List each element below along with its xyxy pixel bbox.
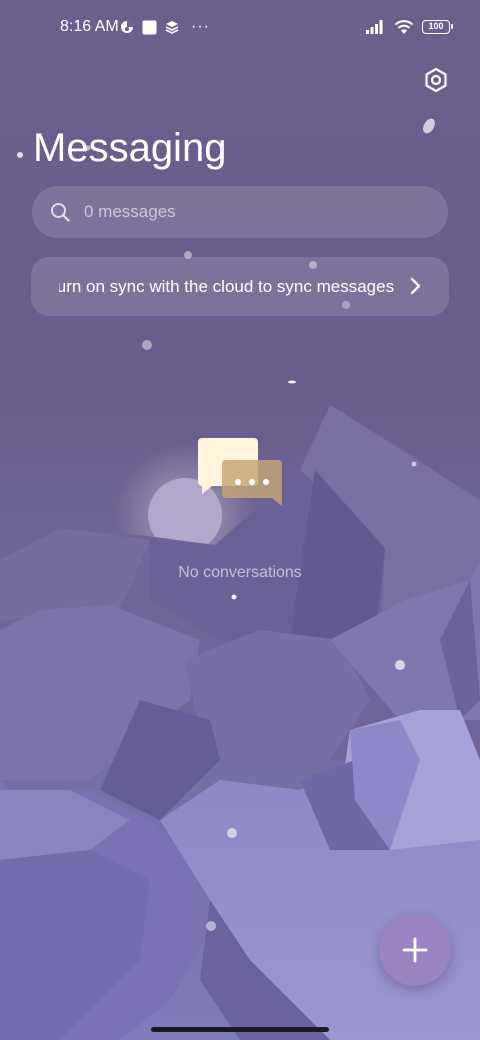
empty-state-text: No conversations: [178, 564, 302, 581]
chat-bubbles-icon: [198, 438, 282, 506]
messaging-screen: 8:16 AM ··· 100 Messaging 0 messages Tur…: [0, 0, 480, 1040]
page-title: Messaging: [33, 126, 227, 170]
status-time: 8:16 AM: [60, 18, 119, 35]
status-bar: 8:16 AM ··· 100: [0, 0, 480, 56]
settings-button[interactable]: [418, 62, 454, 98]
wifi-icon: [394, 20, 414, 34]
settings-icon: [425, 67, 447, 93]
layers-icon: [165, 21, 179, 34]
home-indicator[interactable]: [151, 1027, 329, 1032]
chevron-right-icon: [403, 274, 427, 298]
battery-icon: 100: [422, 20, 453, 34]
new-conversation-button[interactable]: [379, 914, 451, 986]
sync-text-container: Turn on sync with the cloud to sync mess…: [59, 257, 423, 316]
more-notifications-icon: ···: [191, 18, 210, 35]
search-input[interactable]: [82, 201, 386, 223]
sync-banner-text: Turn on sync with the cloud to sync mess…: [59, 277, 395, 296]
notification-icons: ···: [120, 17, 210, 37]
square-app-icon: [142, 20, 157, 34]
sync-banner[interactable]: Turn on sync with the cloud to sync mess…: [31, 257, 449, 316]
search-bar[interactable]: [32, 186, 448, 238]
circle-half-icon: [121, 21, 133, 33]
plus-icon: [402, 937, 428, 963]
search-icon: [51, 203, 70, 222]
signal-icon: [366, 20, 383, 34]
system-icons: 100: [366, 17, 453, 37]
